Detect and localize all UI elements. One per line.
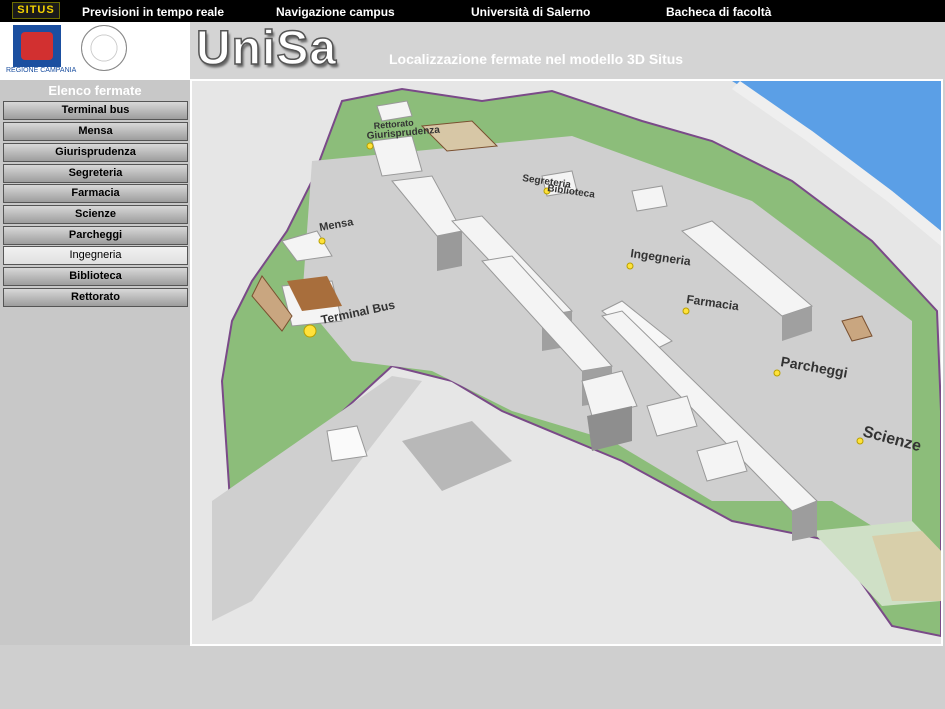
mensa-stop-pin[interactable] bbox=[318, 237, 326, 245]
stops-list-title: Elenco fermate bbox=[48, 83, 142, 98]
stop-button-ingegneria[interactable]: Ingegneria bbox=[3, 246, 188, 265]
stop-button-farmacia[interactable]: Farmacia bbox=[3, 184, 188, 203]
stop-button-terminal-bus[interactable]: Terminal bus bbox=[3, 101, 188, 120]
page-header: REGIONE CAMPANIA UniSa Localizzazione fe… bbox=[0, 21, 945, 80]
building-side bbox=[437, 231, 462, 271]
parcheggi-stop-pin[interactable] bbox=[773, 369, 781, 377]
farmacia-stop-pin[interactable] bbox=[682, 307, 690, 315]
nav-university-salerno[interactable]: Università di Salerno bbox=[471, 5, 590, 19]
stop-button-giurisprudenza[interactable]: Giurisprudenza bbox=[3, 143, 188, 162]
stop-button-biblioteca[interactable]: Biblioteca bbox=[3, 267, 188, 286]
stop-button-scienze[interactable]: Scienze bbox=[3, 205, 188, 224]
stop-button-parcheggi[interactable]: Parcheggi bbox=[3, 226, 188, 245]
regione-campania-emblem bbox=[13, 25, 61, 67]
university-seal-icon bbox=[81, 25, 127, 71]
nav-realtime-forecast[interactable]: Previsioni in tempo reale bbox=[82, 5, 224, 19]
nav-faculty-board[interactable]: Bacheca di facoltà bbox=[666, 5, 771, 19]
page-footer bbox=[0, 646, 945, 709]
top-nav-bar: SITUS Previsioni in tempo reale Navigazi… bbox=[0, 0, 945, 22]
stop-button-mensa[interactable]: Mensa bbox=[3, 122, 188, 141]
emblem-shield-icon bbox=[21, 32, 53, 60]
campus-map-svg[interactable]: Rettorato Giurisprudenza Segreteria Bibl… bbox=[192, 81, 941, 644]
page-title: UniSa bbox=[195, 21, 338, 76]
stops-sidebar: Elenco fermate Terminal bus Mensa Giuris… bbox=[0, 80, 190, 645]
map-frame: Rettorato Giurisprudenza Segreteria Bibl… bbox=[190, 79, 943, 646]
terminal-bus-stop-pin[interactable] bbox=[303, 324, 317, 338]
situs-logo[interactable]: SITUS bbox=[12, 2, 60, 19]
regione-campania-caption: REGIONE CAMPANIA bbox=[6, 67, 77, 74]
building-block bbox=[631, 185, 668, 212]
page-subtitle: Localizzazione fermate nel modello 3D Si… bbox=[389, 51, 684, 67]
nav-campus-navigation[interactable]: Navigazione campus bbox=[276, 5, 395, 19]
campus-3d-map[interactable]: Rettorato Giurisprudenza Segreteria Bibl… bbox=[192, 81, 941, 644]
stop-button-rettorato[interactable]: Rettorato bbox=[3, 288, 188, 307]
logos-area: REGIONE CAMPANIA bbox=[0, 22, 190, 80]
stop-button-segreteria[interactable]: Segreteria bbox=[3, 164, 188, 183]
ingegneria-stop-pin[interactable] bbox=[626, 262, 634, 270]
giurisprudenza-stop-pin[interactable] bbox=[366, 142, 374, 150]
